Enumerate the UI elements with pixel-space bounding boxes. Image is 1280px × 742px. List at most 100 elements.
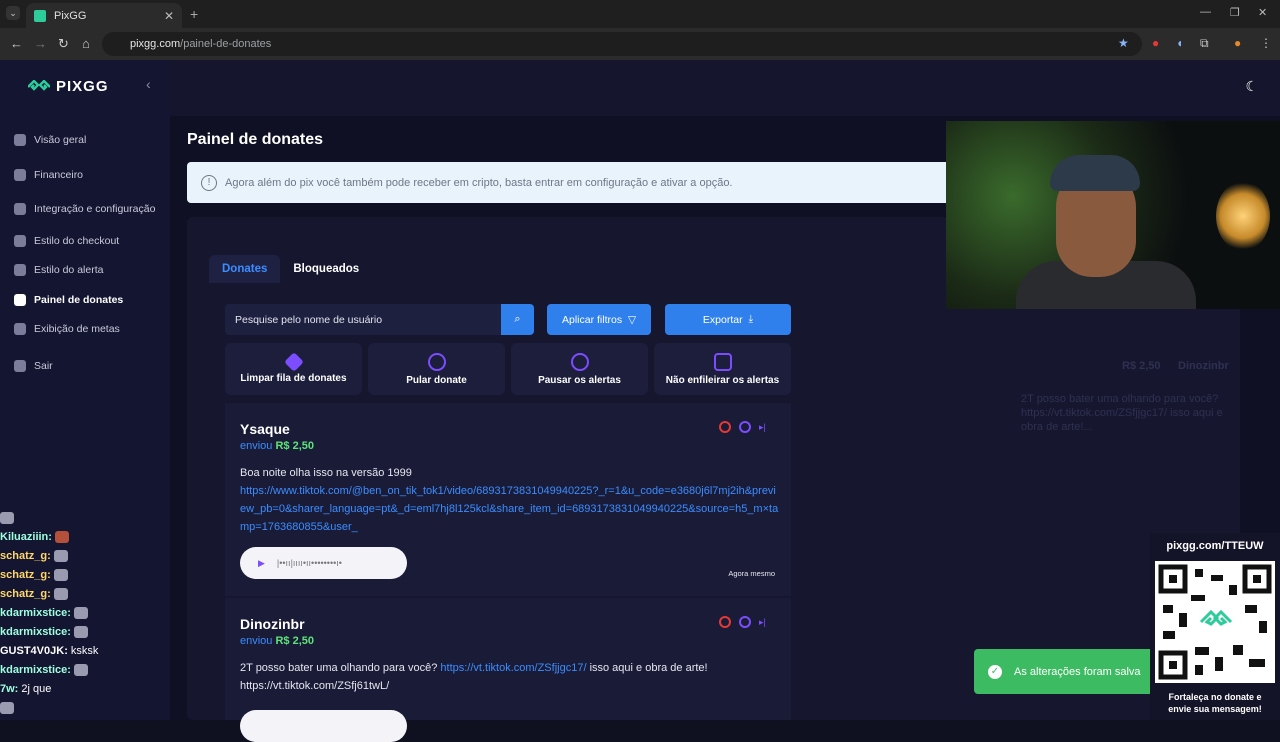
profile-avatar[interactable]: ●	[1234, 36, 1241, 50]
sent-label: enviou	[240, 440, 273, 452]
block-icon[interactable]	[719, 421, 731, 433]
chat-message	[0, 702, 130, 721]
emote-icon	[55, 531, 70, 544]
bell-off-icon	[713, 352, 732, 371]
clear-queue-button[interactable]: Limpar fila de donates	[225, 343, 362, 395]
sidebar-item-goals[interactable]: Exibição de metas	[14, 323, 120, 335]
extension-icon[interactable]: ◖	[1176, 36, 1183, 50]
collapse-sidebar-icon[interactable]: ‹	[146, 76, 151, 92]
close-tab-icon[interactable]: ✕	[164, 9, 174, 23]
audio-player[interactable]: ▶ |••ıı|ıııı•ıı••••••••ı•	[240, 547, 407, 579]
sidebar-item-integration[interactable]: Integração e configuração	[14, 203, 155, 215]
message-text: 2T posso bater uma olhando para você?	[240, 662, 438, 674]
message-text: https://vt.tiktok.com/ZSfj61twL/	[240, 680, 390, 692]
message-text: isso aqui e obra de arte!	[589, 662, 708, 674]
no-queue-alerts-button[interactable]: Não enfileirar os alertas	[654, 343, 791, 395]
chat-text: 2j que	[21, 683, 52, 695]
extensions-puzzle-icon[interactable]: ⧉	[1200, 36, 1209, 51]
minimize-icon[interactable]: —	[1200, 6, 1211, 18]
waveform-icon[interactable]: |••ıı|ıııı•ıı••••••••ı•	[277, 558, 342, 568]
tab-donates[interactable]: Donates	[209, 255, 281, 283]
card-actions: ▸|	[719, 616, 771, 628]
tab-blocked[interactable]: Bloqueados	[280, 255, 372, 283]
reload-icon[interactable]: ↻	[58, 36, 69, 52]
skip-donate-button[interactable]: Pular donate	[368, 343, 505, 395]
block-icon[interactable]	[719, 616, 731, 628]
replay-icon[interactable]	[739, 421, 751, 433]
message-link[interactable]: https://www.tiktok.com/@ben_on_tik_tok1/…	[240, 485, 778, 533]
banner-text: Agora além do pix você também pode receb…	[225, 176, 733, 189]
back-icon[interactable]: ←	[10, 36, 23, 51]
new-tab-icon[interactable]: +	[190, 6, 198, 22]
alert-preview-amount: R$ 2,50	[1122, 360, 1161, 372]
search-button[interactable]: ⌕	[501, 304, 534, 335]
sidebar-item-alert-style[interactable]: Estilo do alerta	[14, 264, 103, 276]
address-bar[interactable]: pixgg.com/painel-de-donates	[102, 32, 1142, 56]
pause-alerts-button[interactable]: Pausar os alertas	[511, 343, 648, 395]
sidebar-item-label: Estilo do checkout	[34, 235, 120, 247]
page-title: Painel de donates	[187, 131, 324, 148]
message-text: Boa noite olha isso na versão 1999	[240, 467, 412, 479]
sidebar-item-label: Exibição de metas	[34, 323, 120, 335]
brand-name: PIXGG	[56, 78, 109, 95]
emote-icon	[74, 607, 88, 620]
sidebar-item-financial[interactable]: Financeiro	[14, 169, 83, 181]
eraser-icon	[283, 351, 304, 372]
sidebar-item-label: Integração e configuração	[34, 203, 156, 215]
chat-message: 7w: 2j que	[0, 683, 130, 702]
filter-icon: ▽	[627, 313, 637, 326]
window-close-icon[interactable]: ✕	[1258, 6, 1267, 19]
chat-username: 7w:	[0, 683, 19, 695]
message-link[interactable]: https://vt.tiktok.com/ZSfjjgc17/	[440, 662, 586, 674]
sidebar-item-checkout-style[interactable]: Estilo do checkout	[14, 235, 119, 247]
tab-search-icon[interactable]: ⌄	[6, 6, 20, 20]
apply-filters-button[interactable]: Aplicar filtros ▽	[547, 304, 651, 335]
qr-caption-line: envie sua mensagem!	[1168, 704, 1262, 714]
replay-icon[interactable]	[739, 616, 751, 628]
top-bar: ☾	[170, 60, 1280, 116]
extension-icon[interactable]: ●	[1152, 36, 1159, 50]
chat-username: GUST4V0JK:	[0, 645, 68, 657]
chat-username: Kiluaziiin:	[0, 531, 52, 543]
pixgg-logo[interactable]: PIXGG	[28, 78, 109, 95]
action-label: Pular donate	[406, 374, 467, 386]
qr-caption-line: Fortaleça no donate e	[1168, 692, 1262, 702]
donation-amount: R$ 2,50	[275, 440, 315, 452]
chat-message: kdarmixstice:	[0, 607, 130, 626]
donor-name: Dinozinbr	[240, 616, 305, 632]
play-icon[interactable]: ▶	[258, 558, 265, 569]
sidebar-item-overview[interactable]: Visão geral	[14, 134, 86, 146]
success-toast[interactable]: ✓ As alterações foram salva	[974, 649, 1154, 694]
emote-icon	[0, 512, 14, 525]
restore-icon[interactable]: ❐	[1230, 6, 1240, 19]
tab-title: PixGG	[54, 9, 87, 22]
emote-icon	[53, 569, 68, 582]
check-icon: ✓	[988, 664, 1002, 679]
qr-url: pixgg.com/TTEUW	[1166, 540, 1264, 552]
menu-dots-icon[interactable]: ⋮	[1260, 36, 1272, 50]
chat-username: schatz_g:	[0, 569, 51, 581]
pixgg-logo-icon	[28, 79, 50, 91]
chat-username: schatz_g:	[0, 588, 51, 600]
browser-tab[interactable]: PixGG ✕	[26, 3, 182, 28]
url-host: pixgg.com	[130, 38, 181, 50]
skip-icon[interactable]: ▸|	[759, 616, 771, 628]
browser-tab-strip: ⌄ PixGG ✕ + — ❐ ✕	[0, 0, 1280, 28]
audio-player[interactable]	[240, 710, 407, 742]
skip-icon[interactable]: ▸|	[759, 421, 771, 433]
theme-toggle-moon-icon[interactable]: ☾	[1245, 78, 1258, 95]
hand-donate-icon	[14, 294, 26, 306]
donor-name: Ysaque	[240, 421, 290, 437]
home-icon[interactable]: ⌂	[82, 36, 90, 51]
pause-icon	[570, 352, 589, 371]
forward-icon[interactable]: →	[34, 36, 47, 51]
sidebar-item-logout[interactable]: Sair	[14, 360, 53, 372]
sidebar-item-donates-panel[interactable]: Painel de donates	[14, 294, 123, 306]
emote-icon	[53, 588, 68, 601]
alert-preview-message: 2T posso bater uma olhando para você? ht…	[1021, 393, 1223, 433]
search-input[interactable]: Pesquise pelo nome de usuário	[225, 304, 501, 335]
bookmark-star-icon[interactable]: ★	[1118, 36, 1129, 50]
action-label: Limpar fila de donates	[240, 372, 347, 384]
export-button[interactable]: Exportar ⤓	[665, 304, 791, 335]
emote-icon	[0, 702, 14, 715]
